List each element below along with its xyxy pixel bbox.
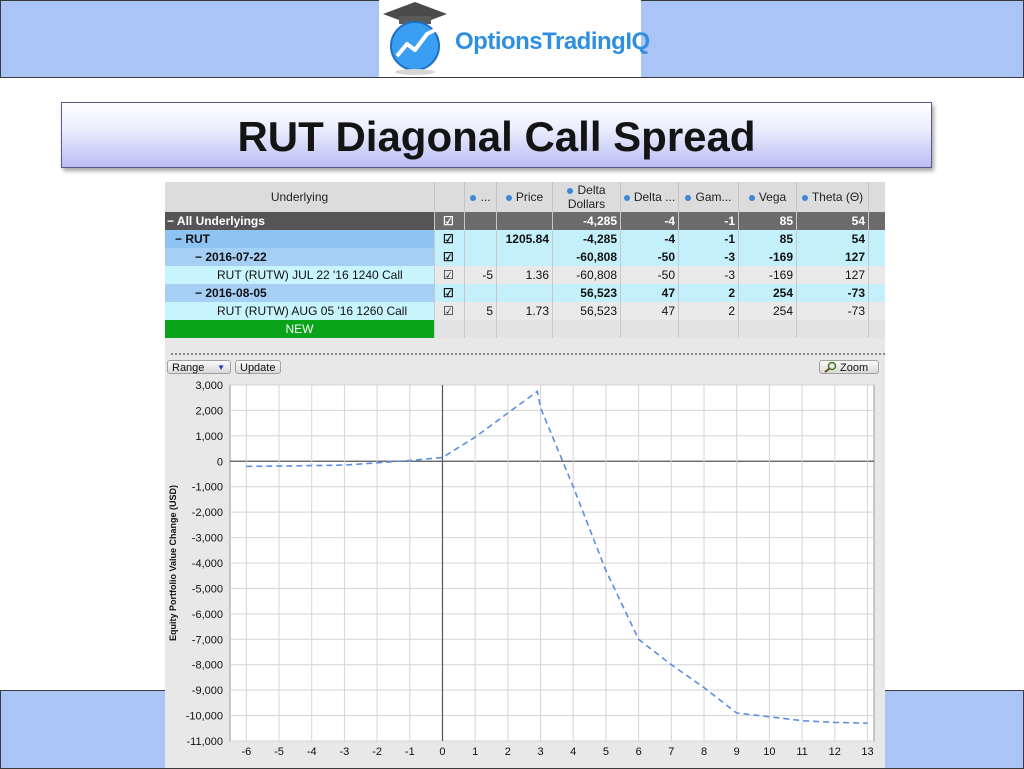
slide-title: RUT Diagonal Call Spread <box>237 113 756 160</box>
title-box: RUT Diagonal Call Spread <box>61 102 932 168</box>
y-axis-label: Equity Portfolio Value Change (USD) <box>168 485 178 641</box>
x-tick-label: 8 <box>701 746 707 758</box>
y-tick-label: 0 <box>217 456 223 468</box>
x-tick-label: -2 <box>372 746 382 758</box>
y-tick-label: -11,000 <box>187 736 224 748</box>
x-tick-label: 5 <box>603 746 609 758</box>
x-tick-label: 3 <box>537 746 543 758</box>
portfolio-screenshot: Underlying ... Price Delta Dollars Delta … <box>165 182 885 768</box>
x-tick-label: -3 <box>340 746 350 758</box>
y-tick-label: 3,000 <box>195 380 223 392</box>
y-tick-label: -3,000 <box>192 533 223 545</box>
x-tick-label: 13 <box>861 746 873 758</box>
y-tick-label: -8,000 <box>192 660 223 672</box>
x-tick-label: -6 <box>241 746 251 758</box>
x-tick-label: 2 <box>505 746 511 758</box>
x-tick-label: 9 <box>734 746 740 758</box>
x-tick-label: -5 <box>274 746 284 758</box>
logo-text: OptionsTradingIQ <box>455 28 650 55</box>
y-tick-label: -5,000 <box>192 583 223 595</box>
x-tick-label: 4 <box>570 746 576 758</box>
y-tick-label: -7,000 <box>192 634 223 646</box>
y-tick-label: -1,000 <box>192 482 223 494</box>
y-tick-label: 1,000 <box>195 431 223 443</box>
y-tick-label: -4,000 <box>192 558 223 570</box>
y-tick-label: 2,000 <box>195 405 223 417</box>
x-tick-label: 0 <box>439 746 445 758</box>
y-tick-label: -6,000 <box>192 609 223 621</box>
x-tick-label: 6 <box>636 746 642 758</box>
logo: OptionsTradingIQ <box>379 0 650 77</box>
x-tick-label: 11 <box>796 746 807 758</box>
x-tick-label: 10 <box>763 746 775 758</box>
pnl-chart: 3,000 2,000 1,000 0 -1,000 -2,000 -3,000 -4,000… <box>168 380 875 758</box>
x-tick-label: -4 <box>307 746 317 758</box>
y-tick-label: -10,000 <box>186 711 223 723</box>
x-tick-label: 12 <box>829 746 841 758</box>
y-tick-label: -2,000 <box>192 507 223 519</box>
x-tick-label: -1 <box>405 746 415 758</box>
logo-graduation-cap-icon <box>383 2 447 75</box>
y-tick-label: -9,000 <box>192 685 223 697</box>
x-tick-label: 1 <box>472 746 478 758</box>
x-tick-label: 7 <box>668 746 674 758</box>
